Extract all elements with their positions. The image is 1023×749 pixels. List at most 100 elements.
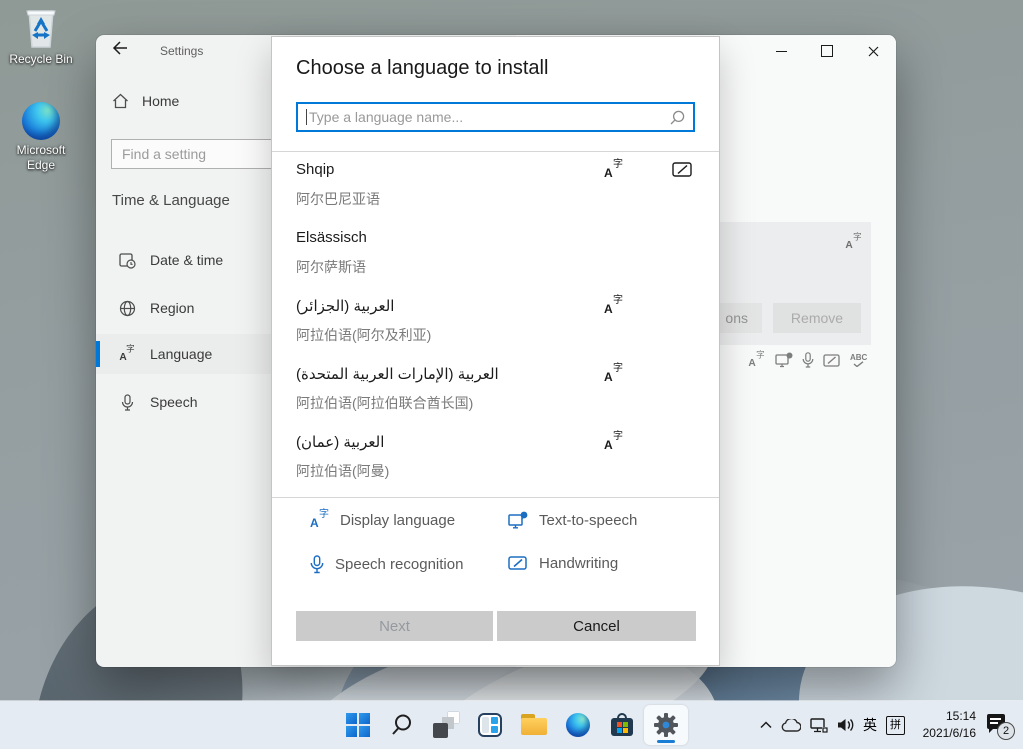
- notification-center-button[interactable]: 2: [985, 712, 1013, 738]
- taskbar-search-button[interactable]: [380, 705, 424, 745]
- language-feature-icons: A字 ABC: [747, 351, 867, 369]
- tray-time: 15:14: [914, 708, 976, 725]
- close-icon: [868, 46, 879, 57]
- start-button[interactable]: [336, 705, 380, 745]
- cancel-button-label: Cancel: [573, 618, 620, 635]
- desktop-icon-microsoft-edge[interactable]: Microsoft Edge: [5, 102, 77, 173]
- notification-badge: 2: [997, 722, 1015, 740]
- minimize-button[interactable]: [758, 35, 804, 67]
- task-view-icon: [433, 712, 459, 738]
- recycle-bin-icon: [21, 5, 61, 49]
- language-list: Shqip 阿尔巴尼亚语 A字 Elsässisch 阿尔萨斯语 العربية…: [272, 152, 719, 492]
- widgets-icon: [478, 713, 502, 737]
- file-explorer-icon: [521, 714, 547, 736]
- language-row-elsassisch[interactable]: Elsässisch 阿尔萨斯语: [272, 220, 719, 288]
- legend-label: Speech recognition: [335, 556, 463, 573]
- tray-chevron-up-icon[interactable]: [760, 721, 772, 729]
- legend-text-to-speech: Text-to-speech: [508, 511, 637, 529]
- dialog-title: Choose a language to install: [296, 57, 548, 80]
- language-row-shqip[interactable]: Shqip 阿尔巴尼亚语 A字: [272, 152, 719, 220]
- legend-label: Text-to-speech: [539, 512, 637, 529]
- search-icon: [390, 713, 414, 737]
- date-time-icon: [118, 252, 136, 269]
- remove-button[interactable]: Remove: [773, 303, 861, 333]
- text-caret: [306, 109, 307, 125]
- language-row-arabic-oman[interactable]: العربية (عمان) 阿拉伯语(阿曼) A字: [272, 424, 719, 492]
- language-row-arabic-algeria[interactable]: العربية (الجزائر) 阿拉伯语(阿尔及利亚) A字: [272, 288, 719, 356]
- ime-language-indicator[interactable]: 英: [863, 715, 877, 735]
- legend-speech-recognition: Speech recognition: [310, 555, 463, 574]
- gear-icon: [653, 712, 679, 738]
- cancel-button[interactable]: Cancel: [497, 611, 696, 641]
- start-icon: [346, 713, 370, 737]
- language-search-input[interactable]: Type a language name...: [296, 102, 695, 132]
- language-translation: 阿拉伯语(阿拉伯联合酋长国): [296, 393, 473, 413]
- edge-icon: [22, 102, 60, 140]
- desktop: Recycle Bin Microsoft Edge Settings Home…: [0, 0, 1023, 749]
- microphone-icon: [802, 352, 814, 368]
- legend-label: Handwriting: [539, 555, 618, 572]
- edge-button[interactable]: [556, 705, 600, 745]
- network-icon[interactable]: [810, 718, 828, 733]
- sidebar-item-label: Region: [150, 300, 194, 316]
- maximize-button[interactable]: [804, 35, 850, 67]
- file-explorer-button[interactable]: [512, 705, 556, 745]
- options-button-label: ons: [725, 310, 748, 326]
- language-translation: 阿尔萨斯语: [296, 257, 366, 277]
- language-name: العربية (الإمارات العربية المتحدة): [296, 365, 499, 383]
- sidebar-item-label: Language: [150, 346, 212, 362]
- volume-icon[interactable]: [837, 717, 854, 733]
- tray-clock[interactable]: 15:14 2021/6/16: [914, 708, 976, 742]
- onedrive-cloud-icon[interactable]: [781, 719, 801, 732]
- language-translation: 阿拉伯语(阿尔及利亚): [296, 325, 431, 345]
- find-a-setting-placeholder: Find a setting: [122, 146, 206, 162]
- display-language-icon: A字: [844, 233, 863, 256]
- ime-mode-indicator[interactable]: 拼: [886, 716, 905, 735]
- remove-button-label: Remove: [791, 310, 843, 326]
- next-button[interactable]: Next: [296, 611, 493, 641]
- maximize-icon: [821, 45, 833, 57]
- display-language-icon: A字: [604, 365, 623, 388]
- language-translation: 阿尔巴尼亚语: [296, 189, 380, 209]
- language-row-arabic-uae[interactable]: العربية (الإمارات العربية المتحدة) 阿拉伯语(…: [272, 356, 719, 424]
- legend-handwriting: Handwriting: [508, 555, 618, 572]
- desktop-icon-label: Recycle Bin: [5, 52, 77, 67]
- desktop-icon-recycle-bin[interactable]: Recycle Bin: [5, 5, 77, 67]
- choose-language-dialog: Choose a language to install Type a lang…: [272, 37, 719, 665]
- handwriting-icon: [508, 555, 528, 572]
- spellcheck-icon: ABC: [850, 354, 867, 367]
- legend-label: Display language: [340, 512, 455, 529]
- language-name: Shqip: [296, 161, 334, 178]
- sidebar-item-home[interactable]: Home: [112, 93, 179, 109]
- edge-icon: [566, 713, 590, 737]
- legend-display-language: A字 Display language: [310, 511, 455, 529]
- widgets-button[interactable]: [468, 705, 512, 745]
- display-language-icon: A字: [604, 297, 623, 320]
- settings-section-title: Time & Language: [112, 192, 230, 209]
- back-button[interactable]: [112, 41, 140, 67]
- close-button[interactable]: [850, 35, 896, 67]
- microphone-icon: [118, 394, 136, 411]
- language-translation: 阿拉伯语(阿曼): [296, 461, 389, 481]
- handwriting-icon: [823, 353, 841, 368]
- language-name: العربية (الجزائر): [296, 297, 394, 315]
- display-language-icon: A字: [310, 511, 329, 529]
- search-icon: [670, 110, 685, 125]
- desktop-icon-label: Microsoft Edge: [5, 143, 77, 173]
- sidebar-item-label: Speech: [150, 394, 197, 410]
- task-view-button[interactable]: [424, 705, 468, 745]
- settings-button[interactable]: [644, 705, 688, 745]
- sidebar-item-label: Date & time: [150, 252, 223, 268]
- language-name: العربية (عمان): [296, 433, 384, 451]
- language-name: Elsässisch: [296, 229, 367, 246]
- next-button-label: Next: [379, 618, 410, 635]
- notification-icon-line: [990, 722, 998, 724]
- display-language-icon: A字: [118, 345, 136, 363]
- store-button[interactable]: [600, 705, 644, 745]
- handwriting-icon: [672, 161, 693, 178]
- tray-date: 2021/6/16: [914, 725, 976, 742]
- display-language-icon: A字: [604, 161, 623, 184]
- sidebar-item-label: Home: [142, 93, 179, 109]
- search-placeholder: Type a language name...: [309, 109, 670, 125]
- globe-icon: [118, 300, 136, 317]
